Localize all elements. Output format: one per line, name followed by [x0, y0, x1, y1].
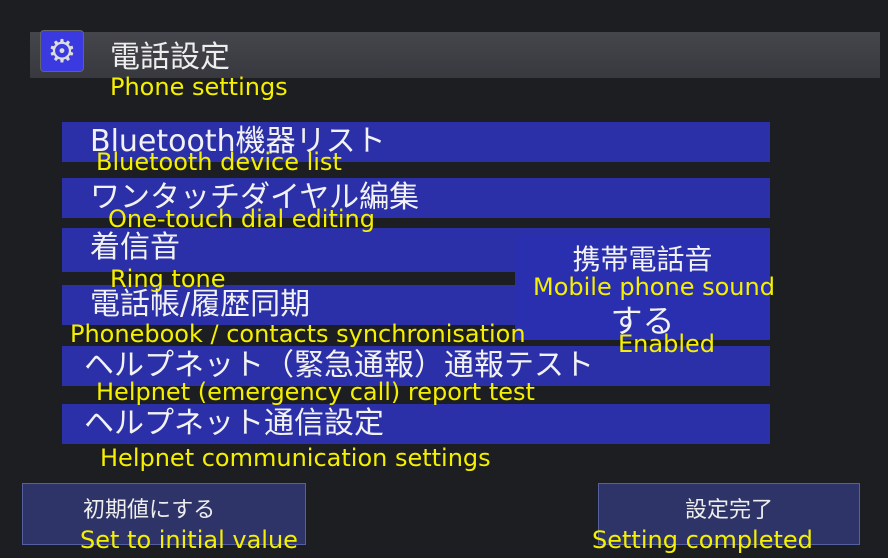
- page-title-translation: Phone settings: [110, 73, 288, 101]
- translation: Phonebook / contacts synchronisation: [70, 320, 526, 348]
- gear-icon: ⚙: [40, 30, 84, 72]
- menu-item-helpnet-comm[interactable]: ヘルプネット通信設定: [62, 404, 770, 444]
- translation: Set to initial value: [80, 526, 298, 554]
- translation: Mobile phone sound: [533, 273, 775, 301]
- translation: Bluetooth device list: [96, 148, 342, 176]
- translation: Helpnet (emergency call) report test: [96, 378, 535, 406]
- translation: One-touch dial editing: [108, 205, 375, 233]
- translation: Helpnet communication settings: [100, 444, 491, 472]
- detail-title: 携帯電話音: [572, 243, 713, 276]
- page-title: 電話設定: [110, 40, 230, 75]
- translation: Ring tone: [110, 265, 226, 293]
- translation: Setting completed: [592, 526, 813, 554]
- translation: Enabled: [618, 330, 715, 358]
